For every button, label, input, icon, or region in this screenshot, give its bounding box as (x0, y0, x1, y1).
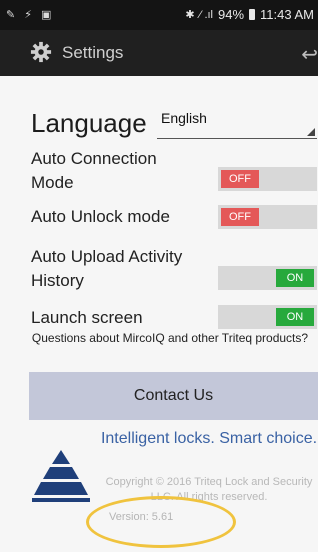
version-highlight-circle (86, 496, 236, 548)
dropdown-caret-icon (307, 128, 315, 136)
app-bar: Settings ↩ (0, 30, 318, 76)
language-dropdown[interactable]: English (157, 108, 317, 139)
battery-percent: 94% (218, 7, 245, 22)
status-indicators: ✱ ⁄ .ıl 94% 11:43 AM (185, 7, 314, 22)
language-value: English (161, 110, 207, 126)
auto-connection-label-line1: Auto Connection (31, 149, 157, 168)
launch-screen-label: Launch screen (31, 306, 143, 330)
auto-upload-label: Auto Upload Activity History (31, 245, 182, 293)
toggle-state-label: OFF (221, 208, 259, 226)
triteq-logo-icon (32, 450, 90, 502)
auto-connection-toggle[interactable]: OFF (218, 167, 317, 191)
toggle-state-label: ON (276, 269, 314, 287)
battery-icon (249, 9, 256, 20)
toggle-state-label: OFF (221, 170, 259, 188)
gear-icon (30, 41, 52, 63)
signal-icon: ⁄ .ıl (199, 8, 213, 21)
auto-connection-label: Auto Connection Mode (31, 147, 157, 195)
back-arrow-icon[interactable]: ↩ (301, 42, 318, 67)
auto-upload-label-line2: History (31, 271, 84, 290)
language-label: Language (31, 108, 147, 138)
auto-unlock-label: Auto Unlock mode (31, 205, 170, 229)
auto-upload-label-line1: Auto Upload Activity (31, 247, 183, 266)
questions-text: Questions about MircoIQ and other Triteq… (31, 331, 309, 345)
clock: 11:43 AM (260, 7, 314, 22)
auto-unlock-toggle[interactable]: OFF (218, 205, 317, 229)
bluetooth-icon: ✱ (185, 9, 195, 21)
launch-screen-toggle[interactable]: ON (218, 305, 317, 329)
status-bar: ✎ ⚡ ▣ ✱ ⁄ .ıl 94% 11:43 AM (0, 0, 318, 30)
launch-screen-label-line1: Launch screen (31, 308, 143, 327)
toggle-state-label: ON (276, 308, 314, 326)
tagline: Intelligent locks. Smart choice. (100, 430, 318, 447)
phone-screen: ✎ ⚡ ▣ ✱ ⁄ .ıl 94% 11:43 AM Settings ↩ La… (0, 0, 318, 552)
page-title: Settings (62, 43, 124, 62)
contact-us-button[interactable]: Contact Us (29, 372, 318, 420)
auto-unlock-label-line1: Auto Unlock mode (31, 207, 170, 226)
notification-icons: ✎ ⚡ ▣ (6, 9, 55, 21)
auto-connection-label-line2: Mode (31, 173, 74, 192)
auto-upload-toggle[interactable]: ON (218, 266, 317, 290)
